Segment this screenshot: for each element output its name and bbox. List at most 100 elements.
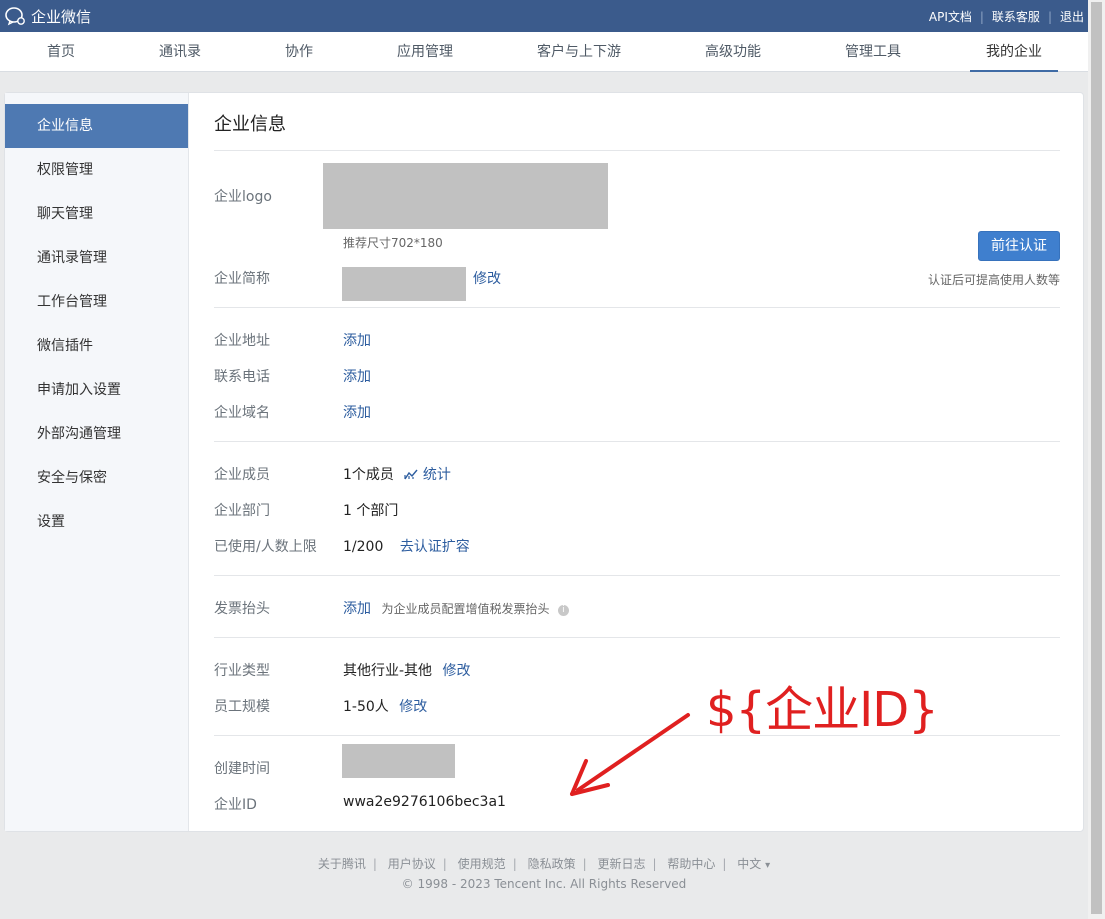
invoice-row: 添加 为企业成员配置增值税发票抬头 i (343, 598, 569, 618)
sidebar-item-permissions[interactable]: 权限管理 (5, 148, 188, 192)
scale-row: 1-50人 修改 (343, 696, 427, 716)
nav-collaboration[interactable]: 协作 (278, 32, 320, 72)
divider (214, 150, 1060, 151)
logo-label: 企业logo (214, 189, 272, 205)
sidebar: 企业信息 权限管理 聊天管理 通讯录管理 工作台管理 微信插件 申请加入设置 外… (5, 93, 189, 831)
divider: | (722, 857, 727, 871)
sidebar-item-wechat-plugin[interactable]: 微信插件 (5, 324, 188, 368)
chat-bubbles-icon (5, 7, 25, 26)
nav-my-company[interactable]: 我的企业 (970, 32, 1058, 72)
phone-label: 联系电话 (214, 369, 270, 385)
divider: | (442, 857, 447, 871)
stats-label: 统计 (422, 467, 451, 483)
copyright: © 1998 - 2023 Tencent Inc. All Rights Re… (401, 877, 687, 891)
nav-app-management[interactable]: 应用管理 (390, 32, 460, 72)
domain-label: 企业域名 (214, 405, 270, 421)
divider: | (512, 857, 517, 871)
short-name-value (342, 267, 466, 301)
invoice-hint: 为企业成员配置增值税发票抬头 (381, 602, 550, 616)
language-label: 中文 (737, 857, 762, 871)
page-title: 企业信息 (214, 114, 286, 135)
stats-link[interactable]: 统计 (404, 467, 451, 483)
add-phone-link[interactable]: 添加 (343, 366, 371, 386)
nav-advanced[interactable]: 高级功能 (698, 32, 768, 72)
divider: | (979, 9, 984, 24)
created-time-value (342, 744, 455, 778)
expand-capacity-link[interactable]: 去认证扩容 (400, 539, 470, 555)
certify-tip: 认证后可提高使用人数等 (927, 273, 1060, 287)
footer-links: 关于腾讯 | 用户协议 | 使用规范 | 隐私政策 | 更新日志 | 帮助中心 | 中文 ▾ (0, 855, 1088, 875)
sidebar-item-external[interactable]: 外部沟通管理 (5, 412, 188, 456)
divider (214, 441, 1060, 442)
created-label: 创建时间 (214, 761, 270, 777)
add-address-link[interactable]: 添加 (343, 330, 371, 350)
contact-support-link[interactable]: 联系客服 (992, 8, 1040, 25)
sidebar-item-chat[interactable]: 聊天管理 (5, 192, 188, 236)
annotation-arrow-icon (570, 713, 690, 796)
company-logo-image[interactable] (323, 163, 608, 229)
members-row: 1个成员 统计 (343, 464, 451, 484)
nav-contacts[interactable]: 通讯录 (150, 32, 210, 72)
divider (214, 575, 1060, 576)
logo-size-hint: 推荐尺寸702*180 (343, 236, 443, 250)
members-label: 企业成员 (214, 467, 270, 483)
departments-value: 1 个部门 (343, 503, 399, 519)
api-docs-link[interactable]: API文档 (929, 8, 972, 25)
divider: | (652, 857, 657, 871)
nav-home[interactable]: 首页 (40, 32, 82, 72)
divider (214, 307, 1060, 308)
language-selector[interactable]: 中文 ▾ (737, 857, 770, 871)
industry-value: 其他行业-其他 (343, 663, 433, 679)
sidebar-item-contacts[interactable]: 通讯录管理 (5, 236, 188, 280)
edit-scale-link[interactable]: 修改 (399, 699, 427, 715)
footer-link-changelog[interactable]: 更新日志 (597, 857, 645, 871)
footer: 关于腾讯 | 用户协议 | 使用规范 | 隐私政策 | 更新日志 | 帮助中心 | 中文 ▾… (0, 855, 1088, 895)
add-domain-link[interactable]: 添加 (343, 402, 371, 422)
usage-label: 已使用/人数上限 (214, 539, 317, 555)
add-invoice-link[interactable]: 添加 (343, 601, 371, 617)
address-label: 企业地址 (214, 333, 270, 349)
footer-link-about[interactable]: 关于腾讯 (318, 857, 366, 871)
sidebar-item-workbench[interactable]: 工作台管理 (5, 280, 188, 324)
nav-admin-tools[interactable]: 管理工具 (838, 32, 908, 72)
industry-row: 其他行业-其他 修改 (343, 660, 471, 680)
industry-label: 行业类型 (214, 663, 270, 679)
members-count: 1个成员 (343, 467, 394, 483)
scrollbar-thumb[interactable] (1091, 2, 1102, 914)
scale-value: 1-50人 (343, 699, 389, 715)
divider: | (372, 857, 377, 871)
edit-short-name-link[interactable]: 修改 (473, 268, 501, 288)
page-scrollbar[interactable] (1088, 0, 1105, 919)
footer-link-help[interactable]: 帮助中心 (667, 857, 715, 871)
brand[interactable]: 企业微信 (4, 5, 91, 27)
short-name-label: 企业简称 (214, 271, 270, 287)
footer-link-privacy[interactable]: 隐私政策 (528, 857, 576, 871)
sidebar-item-company-info[interactable]: 企业信息 (5, 104, 188, 148)
invoice-label: 发票抬头 (214, 601, 270, 617)
divider: | (1047, 9, 1052, 24)
caret-down-icon: ▾ (765, 860, 771, 871)
stats-chart-icon (404, 469, 418, 480)
nav-customers[interactable]: 客户与上下游 (530, 32, 628, 72)
scale-label: 员工规模 (214, 699, 270, 715)
corp-id-label: 企业ID (214, 797, 257, 813)
footer-link-rules[interactable]: 使用规范 (458, 857, 506, 871)
sidebar-item-security[interactable]: 安全与保密 (5, 456, 188, 500)
edit-industry-link[interactable]: 修改 (443, 663, 471, 679)
info-icon[interactable]: i (557, 605, 569, 616)
sidebar-item-join-settings[interactable]: 申请加入设置 (5, 368, 188, 412)
usage-value: 1/200 (343, 539, 384, 555)
sidebar-item-settings[interactable]: 设置 (5, 500, 188, 544)
top-bar: 企业微信 API文档 | 联系客服 | 退出 (0, 0, 1088, 32)
divider (214, 637, 1060, 638)
top-links: API文档 | 联系客服 | 退出 (929, 8, 1084, 25)
logout-link[interactable]: 退出 (1060, 8, 1084, 25)
brand-name: 企业微信 (31, 7, 92, 26)
departments-label: 企业部门 (214, 503, 270, 519)
certify-button[interactable]: 前往认证 (978, 231, 1060, 261)
divider: | (582, 857, 587, 871)
footer-link-terms[interactable]: 用户协议 (388, 857, 436, 871)
annotation-label: ${企业ID} (706, 682, 939, 738)
corp-id-value: wwa2e9276106bec3a1 (343, 794, 506, 810)
usage-row: 1/200 去认证扩容 (343, 536, 470, 556)
